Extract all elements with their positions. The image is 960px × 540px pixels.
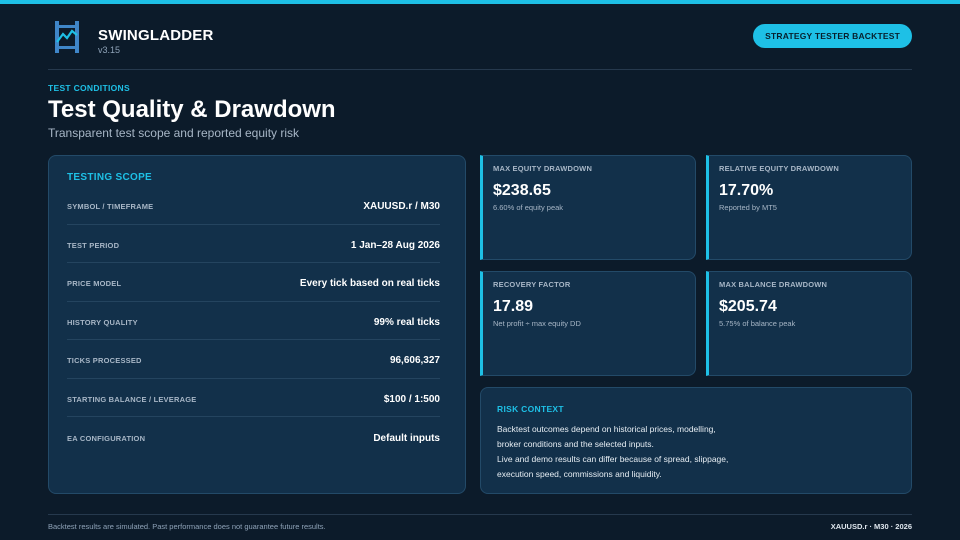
risk-line: execution speed, commissions and liquidi… [497, 469, 662, 479]
scope-row-label: PRICE MODEL [67, 279, 122, 289]
scope-row-value: 1 Jan–28 Aug 2026 [350, 239, 440, 251]
scope-row: HISTORY QUALITY 99% real ticks [67, 302, 440, 340]
metric-label: RECOVERY FACTOR [493, 280, 571, 289]
metric-value: 17.70% [719, 182, 774, 199]
risk-line: Live and demo results can differ because… [497, 454, 729, 464]
app-header: SWINGLADDER v3.15 STRATEGY TESTER BACKTE… [48, 18, 912, 70]
metric-label: MAX EQUITY DRAWDOWN [493, 164, 593, 173]
scope-row-value: 96,606,327 [389, 355, 440, 367]
scope-row-label: TICKS PROCESSED [67, 356, 142, 366]
risk-line: Backtest outcomes depend on historical p… [497, 424, 716, 434]
version-label: v3.15 [98, 45, 121, 55]
scope-row-label: TEST PERIOD [67, 240, 120, 250]
recovery-factor-card: RECOVERY FACTOR 17.89 Net profit ÷ max e… [480, 271, 696, 376]
scope-row: PRICE MODEL Every tick based on real tic… [67, 263, 440, 302]
max-balance-drawdown-card: MAX BALANCE DRAWDOWN $205.74 5.75% of ba… [706, 271, 912, 376]
metric-note: Reported by MT5 [719, 203, 777, 212]
metric-label: MAX BALANCE DRAWDOWN [719, 280, 828, 289]
footer-disclaimer: Backtest results are simulated. Past per… [48, 522, 326, 531]
testing-scope-title: TESTING SCOPE [67, 172, 153, 183]
scope-row-label: HISTORY QUALITY [67, 317, 138, 327]
risk-line: broker conditions and the selected input… [497, 439, 654, 449]
risk-context-text: Backtest outcomes depend on historical p… [497, 422, 895, 482]
metric-note: 6.60% of equity peak [493, 203, 564, 212]
section-eyebrow: TEST CONDITIONS [48, 83, 130, 93]
relative-equity-drawdown-card: RELATIVE EQUITY DRAWDOWN 17.70% Reported… [706, 155, 912, 260]
scope-row-value: 99% real ticks [373, 316, 440, 328]
metric-label: RELATIVE EQUITY DRAWDOWN [719, 164, 839, 173]
metric-note: Net profit ÷ max equity DD [493, 319, 581, 328]
footer-meta: XAUUSD.r · M30 · 2026 [830, 522, 912, 531]
risk-context-card: RISK CONTEXT Backtest outcomes depend on… [480, 387, 912, 494]
metric-value: $205.74 [719, 298, 777, 315]
strategy-tester-badge[interactable]: STRATEGY TESTER BACKTEST [753, 24, 912, 48]
scope-row: SYMBOL / TIMEFRAME XAUUSD.r / M30 [67, 186, 440, 225]
page-subtitle: Transparent test scope and reported equi… [48, 126, 300, 140]
scope-row-value: $100 / 1:500 [383, 393, 440, 405]
risk-context-title: RISK CONTEXT [497, 404, 564, 414]
scope-row-label: STARTING BALANCE / LEVERAGE [67, 394, 197, 404]
scope-row: TEST PERIOD 1 Jan–28 Aug 2026 [67, 225, 440, 263]
max-equity-drawdown-card: MAX EQUITY DRAWDOWN $238.65 6.60% of equ… [480, 155, 696, 260]
scope-row-label: SYMBOL / TIMEFRAME [67, 202, 154, 212]
page-title: Test Quality & Drawdown [48, 96, 336, 123]
top-accent-bar [0, 0, 960, 4]
scope-row-value: Default inputs [373, 432, 440, 444]
scope-row-label: EA CONFIGURATION [67, 433, 146, 443]
page-footer: Backtest results are simulated. Past per… [48, 514, 912, 531]
testing-scope-list: SYMBOL / TIMEFRAME XAUUSD.r / M30 TEST P… [67, 186, 440, 456]
scope-row: TICKS PROCESSED 96,606,327 [67, 340, 440, 379]
scope-row: STARTING BALANCE / LEVERAGE $100 / 1:500 [67, 379, 440, 417]
scope-row: EA CONFIGURATION Default inputs [67, 417, 440, 456]
metric-value: 17.89 [493, 298, 534, 315]
brand-name: SWINGLADDER [98, 27, 214, 44]
testing-scope-card: TESTING SCOPE SYMBOL / TIMEFRAME XAUUSD.… [48, 155, 466, 494]
metric-note: 5.75% of balance peak [719, 319, 796, 328]
scope-row-value: XAUUSD.r / M30 [363, 201, 440, 213]
ladder-chart-icon [55, 21, 79, 53]
metric-value: $238.65 [493, 182, 551, 199]
scope-row-value: Every tick based on real ticks [299, 278, 440, 290]
